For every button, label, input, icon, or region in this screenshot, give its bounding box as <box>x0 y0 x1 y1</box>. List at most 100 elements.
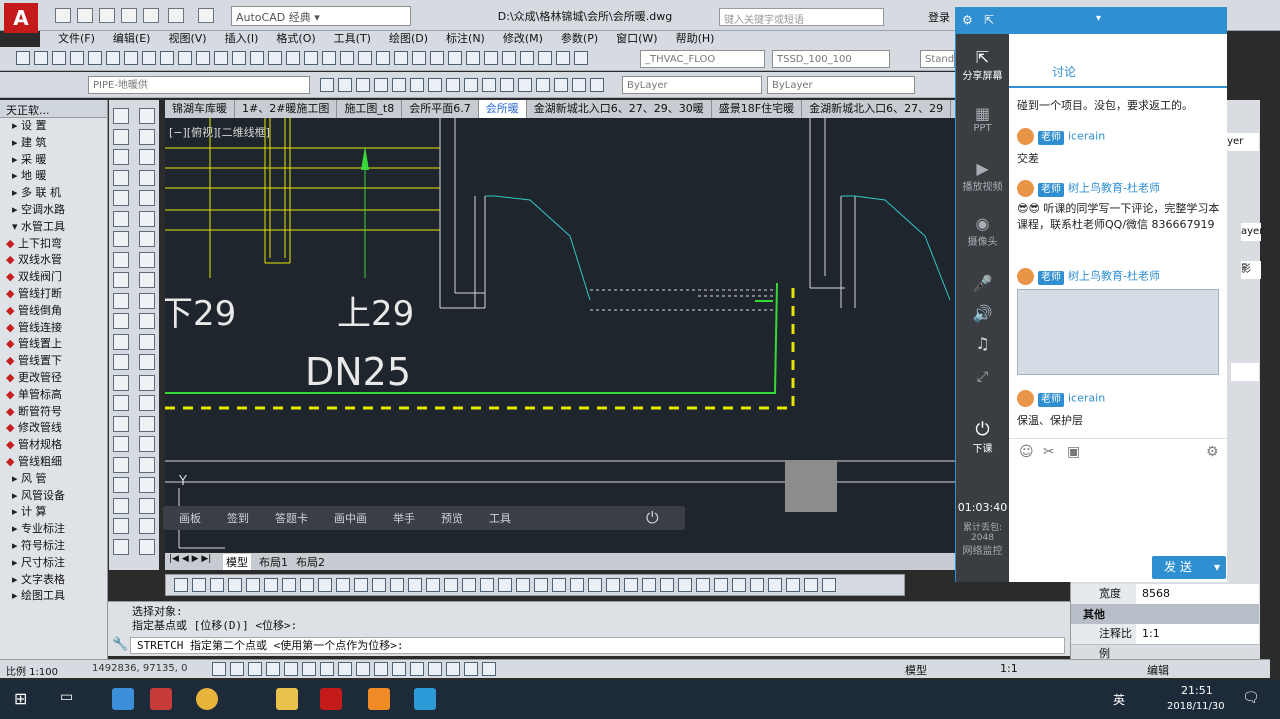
panel-item[interactable]: ▸ 地 暖 <box>0 168 107 185</box>
draw-tool-icon[interactable] <box>113 518 129 534</box>
ppt-button[interactable]: ▦ PPT <box>956 104 1009 134</box>
menu-item[interactable]: 视图(V) <box>150 31 206 47</box>
fullscreen-icon[interactable]: ⤢ <box>956 369 1009 385</box>
draw-tool-icon[interactable] <box>113 456 129 473</box>
draw-tool-icon[interactable] <box>139 477 155 493</box>
panel-item[interactable]: ▸ 符号标注 <box>0 538 107 555</box>
draw-tool-icon[interactable] <box>113 251 129 268</box>
autocad-logo-button[interactable]: A <box>4 3 38 33</box>
panel-item[interactable]: ◆ 管线粗细 <box>0 454 107 471</box>
draw-tool-icon[interactable] <box>139 149 155 165</box>
popout-icon[interactable]: ⇱ <box>984 13 994 27</box>
draw-tool-icon[interactable] <box>113 169 129 186</box>
video-button[interactable]: ▶ 播放视频 <box>956 159 1009 193</box>
draw-tool-icon[interactable] <box>113 128 129 145</box>
power-icon[interactable]: ⏻ <box>646 508 659 528</box>
emoji-icon[interactable]: ☺ <box>1019 444 1034 460</box>
windows-start-icon[interactable]: ⊞ <box>14 689 27 708</box>
classroom-tool-button[interactable]: 签到 <box>227 510 249 526</box>
linetype-dropdown[interactable]: ByLayer <box>767 76 915 94</box>
edit-button[interactable]: 编辑 <box>1147 662 1169 678</box>
draw-tool-icon[interactable] <box>139 190 155 206</box>
file-tab[interactable]: 金湖新城北入口6、27、29、30暖 <box>527 100 712 118</box>
menu-item[interactable]: 标注(N) <box>428 31 485 47</box>
draw-tool-icon[interactable] <box>113 395 129 411</box>
layout-tab[interactable]: 布局2 <box>296 554 325 570</box>
command-window[interactable]: 选择对象: 指定基点或 [位移(D)] <位移>: STRETCH 指定第二个点… <box>108 601 1070 656</box>
login-link[interactable]: 登录 <box>928 9 950 25</box>
drawing-canvas[interactable]: [−][俯视][二维线框] 下29 上29 DN25 Y <box>165 118 955 552</box>
draw-tool-icon[interactable] <box>139 436 155 452</box>
draw-tool-icon[interactable] <box>113 436 129 452</box>
viewport-label[interactable]: [−][俯视][二维线框] <box>169 124 270 140</box>
draw-tool-icon[interactable] <box>113 210 129 227</box>
draw-tool-icon[interactable] <box>139 333 155 350</box>
panel-item[interactable]: ◆ 单管标高 <box>0 387 107 404</box>
panel-item[interactable]: ◆ 管线置上 <box>0 336 107 353</box>
draw-tool-icon[interactable] <box>113 477 129 493</box>
panel-item[interactable]: ▸ 尺寸标注 <box>0 555 107 572</box>
image-icon[interactable]: ▣ <box>1067 444 1080 460</box>
panel-item[interactable]: ▸ 采 暖 <box>0 152 107 169</box>
panel-item[interactable]: ◆ 双线阀门 <box>0 269 107 286</box>
panel-item[interactable]: ◆ 管线置下 <box>0 353 107 370</box>
classroom-tool-button[interactable]: 工具 <box>489 510 511 526</box>
panel-item[interactable]: ◆ 管线倒角 <box>0 303 107 320</box>
menu-item[interactable]: 编辑(E) <box>95 31 151 47</box>
menu-item[interactable]: 插入(I) <box>207 31 259 47</box>
standard-dropdown[interactable]: Stand <box>920 50 955 68</box>
draw-tool-icon[interactable] <box>113 415 129 432</box>
command-input[interactable]: STRETCH 指定第二个点或 <使用第一个点作为位移>: <box>130 637 1065 654</box>
panel-item[interactable]: ▾ 水管工具 <box>0 219 107 236</box>
draw-tool-icon[interactable] <box>113 374 129 391</box>
file-tab[interactable]: 会所平面6.7 <box>402 100 479 118</box>
color-dropdown[interactable]: ByLayer <box>622 76 762 94</box>
collapse-icon[interactable]: ▾ <box>1096 13 1101 24</box>
draw-tool-icon[interactable] <box>113 231 129 247</box>
menu-item[interactable]: 工具(T) <box>316 31 371 47</box>
panel-item[interactable]: ◆ 管线打断 <box>0 286 107 303</box>
draw-tool-icon[interactable] <box>139 292 155 309</box>
task-view-icon[interactable]: ▭ <box>60 689 73 705</box>
tab-discussion[interactable]: 讨论 <box>1052 63 1076 80</box>
draw-tool-icon[interactable] <box>113 292 129 309</box>
file-tab[interactable]: 金湖新城北入口6、27、29 <box>802 100 952 118</box>
prop-scale-row[interactable]: 注释比例 1:1 <box>1071 624 1259 660</box>
redo-icon[interactable] <box>198 8 214 23</box>
classroom-tool-button[interactable]: 画板 <box>179 510 201 526</box>
layout-nav-arrows[interactable]: |◀ ◀ ▶ ▶| <box>169 554 211 564</box>
user-name[interactable]: icerain <box>1068 392 1105 405</box>
draw-tool-icon[interactable] <box>113 538 129 555</box>
speaker-icon[interactable]: 🔊 <box>956 304 1009 323</box>
model-button[interactable]: 模型 <box>905 662 927 678</box>
draw-tool-icon[interactable] <box>139 374 155 391</box>
panel-item[interactable]: ◆ 修改管线 <box>0 420 107 437</box>
classroom-app-icon[interactable] <box>368 688 390 710</box>
panel-item[interactable]: ◆ 上下扣弯 <box>0 236 107 253</box>
draw-tool-icon[interactable] <box>139 108 155 124</box>
chrome-icon[interactable] <box>196 688 218 710</box>
panel-item[interactable]: ▸ 建 筑 <box>0 135 107 152</box>
classroom-tool-button[interactable]: 举手 <box>393 510 415 526</box>
menu-item[interactable]: 格式(O) <box>258 31 315 47</box>
network-monitor[interactable]: 网络监控 <box>956 542 1009 557</box>
draw-tool-icon[interactable] <box>139 497 155 514</box>
draw-tool-icon[interactable] <box>139 538 155 555</box>
file-tab[interactable]: 施工图_t8 <box>337 100 403 118</box>
draw-tool-icon[interactable] <box>139 251 155 268</box>
app-icon-red[interactable] <box>150 688 172 710</box>
menu-item[interactable]: 窗口(W) <box>598 31 657 47</box>
draw-tool-icon[interactable] <box>113 272 129 288</box>
file-tab[interactable]: 锦湖车库暖 <box>165 100 235 118</box>
panel-item[interactable]: ▸ 风 管 <box>0 471 107 488</box>
panel-item[interactable]: ▸ 多 联 机 <box>0 185 107 202</box>
wrench-icon[interactable]: 🔧 <box>112 637 128 652</box>
draw-tool-icon[interactable] <box>113 190 129 206</box>
file-tab[interactable]: 会所暖 <box>478 100 527 118</box>
user-name[interactable]: icerain <box>1068 130 1105 143</box>
panel-item[interactable]: ▸ 风管设备 <box>0 488 107 505</box>
share-screen-button[interactable]: ⇱ 分享屏幕 <box>956 48 1009 82</box>
layer-style-dropdown[interactable]: _THVAC_FLOO <box>640 50 765 68</box>
draw-tool-icon[interactable] <box>113 149 129 165</box>
camera-button[interactable]: ◉ 摄像头 <box>956 214 1009 248</box>
